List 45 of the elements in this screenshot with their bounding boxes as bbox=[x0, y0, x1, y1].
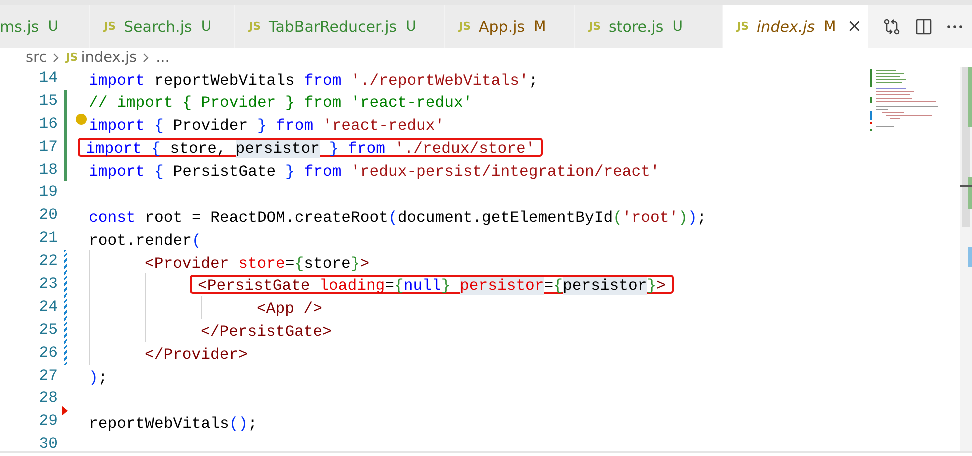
chevron-icon bbox=[143, 52, 150, 62]
editor-tab[interactable]: JS TabBarReducer.js U bbox=[235, 5, 445, 48]
breadcrumb-item[interactable]: src bbox=[26, 50, 48, 66]
line-number: 15 bbox=[38, 90, 58, 112]
code-line: </PersistGate> bbox=[200, 322, 334, 340]
line-number: 20 bbox=[38, 205, 58, 226]
code-line: import { PersistGate } from 'redux-persist/integration/react' bbox=[88, 162, 661, 180]
line-number: 26 bbox=[38, 342, 58, 364]
line-number: 14 bbox=[38, 68, 58, 89]
line-number: 28 bbox=[38, 388, 58, 410]
close-button[interactable]: × bbox=[847, 16, 862, 37]
code-line: import reportWebVitals from './reportWebVitals'; bbox=[88, 70, 540, 88]
line-number: 16 bbox=[38, 114, 58, 135]
code-line: import { Provider } from 'react-redux' bbox=[88, 116, 446, 134]
breadcrumb-item[interactable]: ... bbox=[156, 50, 170, 66]
line-number: 27 bbox=[38, 366, 58, 387]
line-number: 25 bbox=[38, 320, 58, 341]
line-number: 18 bbox=[38, 160, 58, 181]
line-number: 19 bbox=[38, 182, 58, 204]
editor-tab[interactable]: JS App.js M bbox=[445, 5, 575, 48]
line-number: 21 bbox=[38, 228, 58, 250]
code-line: root.render( bbox=[88, 230, 202, 248]
editor-tab[interactable]: JS store.js U bbox=[575, 5, 723, 48]
line-number: 24 bbox=[38, 296, 58, 318]
line-number: 17 bbox=[38, 136, 58, 158]
code-line: reportWebVitals(); bbox=[88, 414, 258, 431]
chevron-icon bbox=[53, 52, 60, 62]
compare-changes-icon[interactable] bbox=[883, 18, 902, 36]
code-line: ); bbox=[88, 368, 109, 386]
line-number: 23 bbox=[38, 274, 58, 296]
code-line: <App /> bbox=[256, 299, 324, 316]
editor-tab[interactable]: JS Search.js U bbox=[90, 5, 235, 48]
line-number: 22 bbox=[38, 251, 58, 272]
code-line: // import { Provider } from 'react-redux' bbox=[88, 93, 474, 110]
code-line: const root = ReactDOM.createRoot(document.getElementById('root')); bbox=[88, 208, 708, 225]
line-number: 30 bbox=[38, 434, 58, 456]
code-line: <Provider store={store}> bbox=[144, 254, 371, 271]
line-number: 29 bbox=[38, 411, 58, 432]
more-icon[interactable] bbox=[947, 24, 964, 28]
scrollbar-drawing[interactable] bbox=[960, 67, 972, 451]
editor-tab[interactable]: ms.js U bbox=[0, 5, 90, 48]
split-editor-icon[interactable] bbox=[915, 18, 934, 36]
editor-tab[interactable]: JS index.js M × bbox=[723, 5, 870, 48]
breadcrumb-item[interactable]: JS index.js bbox=[66, 50, 138, 66]
code-line: </Provider> bbox=[144, 345, 249, 362]
